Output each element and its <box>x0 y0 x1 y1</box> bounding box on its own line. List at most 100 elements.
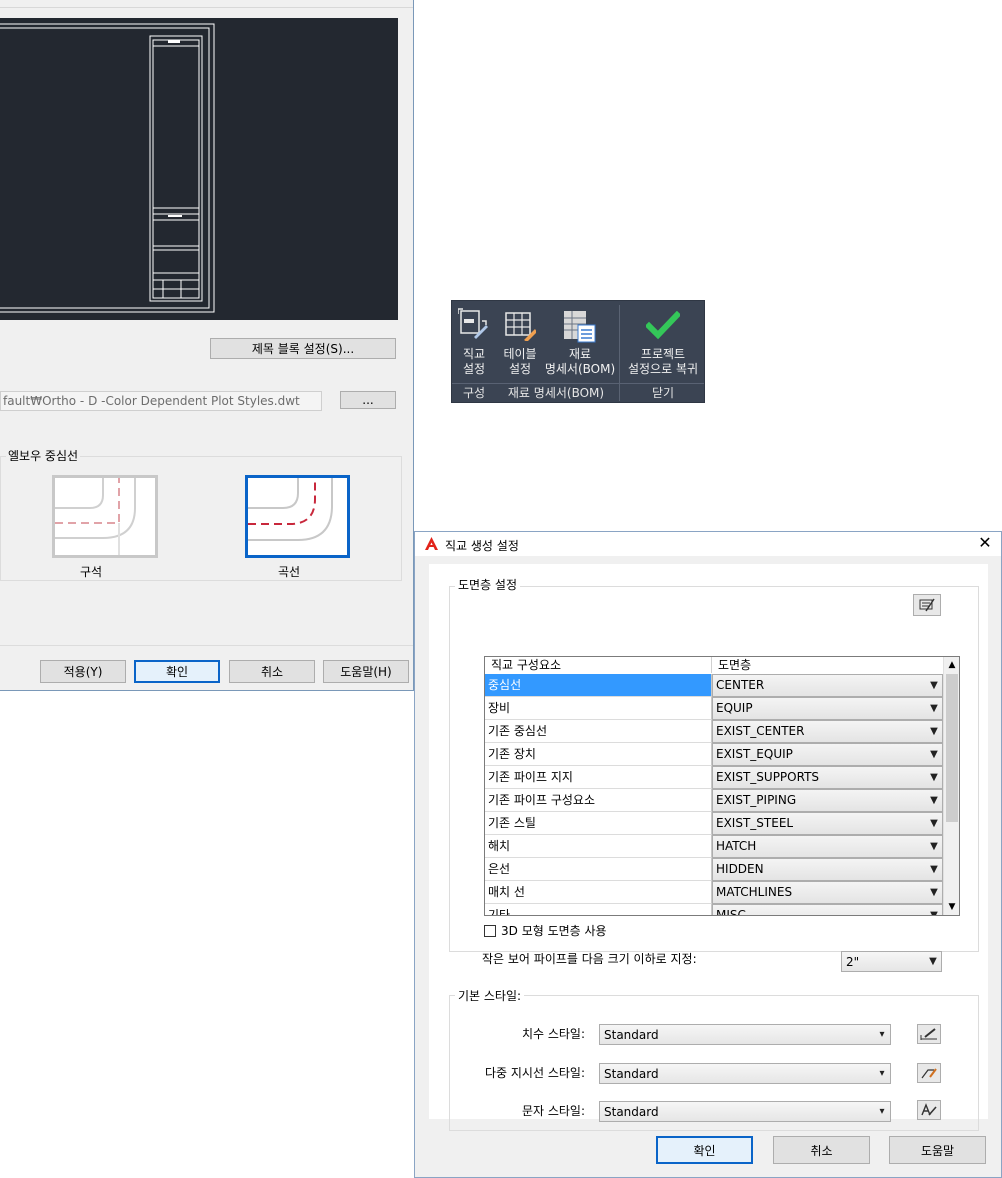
scroll-up-icon[interactable]: ▲ <box>944 657 959 673</box>
text-style-dropdown[interactable]: Standard ▾ <box>599 1101 891 1122</box>
table-row[interactable]: 매치 선 MATCHLINES ▼ <box>485 881 943 904</box>
chevron-down-icon: ▼ <box>930 795 938 806</box>
component-cell[interactable]: 기타 <box>485 904 712 915</box>
elbow-curved-option[interactable] <box>245 475 350 558</box>
layer-dropdown[interactable]: EXIST_PIPING ▼ <box>712 789 943 812</box>
layer-value: MISC <box>716 908 746 916</box>
title-block-preview <box>0 18 398 320</box>
multileader-style-icon <box>921 1068 937 1079</box>
text-style-label: 문자 스타일: <box>521 1104 585 1118</box>
chevron-down-icon: ▼ <box>930 703 938 714</box>
table-row[interactable]: 기존 스틸 EXIST_STEEL ▼ <box>485 812 943 835</box>
table-row[interactable]: 중심선 CENTER ▼ <box>485 674 943 697</box>
close-icon[interactable]: ✕ <box>975 532 995 554</box>
bom-icon <box>564 311 596 343</box>
component-cell[interactable]: 매치 선 <box>485 881 712 904</box>
dimension-style-dropdown[interactable]: Standard ▾ <box>599 1024 891 1045</box>
cancel-button[interactable]: 취소 <box>773 1136 870 1164</box>
component-cell[interactable]: 기존 파이프 구성요소 <box>485 789 712 812</box>
component-cell[interactable]: 기존 장치 <box>485 743 712 766</box>
layer-dropdown[interactable]: HATCH ▼ <box>712 835 943 858</box>
layer-manager-button[interactable] <box>913 594 941 616</box>
small-bore-value: 2" <box>846 955 860 969</box>
layer-dropdown[interactable]: EQUIP ▼ <box>712 697 943 720</box>
dimension-style-icon <box>920 1028 937 1040</box>
layer-dropdown[interactable]: EXIST_CENTER ▼ <box>712 720 943 743</box>
elbow-corner-option[interactable] <box>52 475 158 558</box>
table-row[interactable]: 기존 파이프 구성요소 EXIST_PIPING ▼ <box>485 789 943 812</box>
scrollbar-thumb[interactable] <box>946 674 958 822</box>
ribbon-panel-close: 닫기 <box>651 386 675 400</box>
layer-value: EXIST_STEEL <box>716 816 794 830</box>
chevron-down-icon: ▾ <box>879 1068 885 1079</box>
table-row[interactable]: 기타 MISC ▼ <box>485 904 943 916</box>
layer-dropdown[interactable]: CENTER ▼ <box>712 674 943 697</box>
browse-template-button[interactable]: ... <box>340 391 396 409</box>
table-row[interactable]: 기존 장치 EXIST_EQUIP ▼ <box>485 743 943 766</box>
dimension-style-label: 치수 스타일: <box>521 1027 585 1041</box>
table-row[interactable]: 은선 HIDDEN ▼ <box>485 858 943 881</box>
apply-button[interactable]: 적용(Y) <box>40 660 126 683</box>
layer-value: EXIST_EQUIP <box>716 747 793 761</box>
component-cell[interactable]: 중심선 <box>485 674 712 697</box>
bom-button[interactable]: 재료 명세서(BOM) <box>544 303 616 381</box>
layer-dropdown[interactable]: EXIST_STEEL ▼ <box>712 812 943 835</box>
table-row[interactable]: 해치 HATCH ▼ <box>485 835 943 858</box>
layer-value: EXIST_CENTER <box>716 724 805 738</box>
component-cell[interactable]: 은선 <box>485 858 712 881</box>
component-cell[interactable]: 해치 <box>485 835 712 858</box>
multileader-style-edit-button[interactable] <box>917 1063 941 1083</box>
layer-dropdown[interactable]: EXIST_EQUIP ▼ <box>712 743 943 766</box>
table-row[interactable]: 기존 파이프 지지 EXIST_SUPPORTS ▼ <box>485 766 943 789</box>
multileader-style-dropdown[interactable]: Standard ▾ <box>599 1063 891 1084</box>
ortho-settings-icon <box>458 308 488 339</box>
ok-button[interactable]: 확인 <box>134 660 220 683</box>
chevron-down-icon: ▾ <box>879 1029 885 1040</box>
help-button[interactable]: 도움말 <box>889 1136 986 1164</box>
table-row[interactable]: 기존 중심선 EXIST_CENTER ▼ <box>485 720 943 743</box>
chevron-down-icon: ▾ <box>879 1106 885 1117</box>
return-to-project-button[interactable]: 프로젝트 설정으로 복귀 <box>622 303 704 381</box>
ortho-settings-button[interactable]: 직교 설정 <box>454 303 494 381</box>
autocad-logo-icon <box>425 537 438 550</box>
bom-line2: 명세서(BOM) <box>544 362 616 376</box>
scroll-down-icon[interactable]: ▼ <box>944 899 959 915</box>
layer-dropdown[interactable]: MATCHLINES ▼ <box>712 881 943 904</box>
text-style-value: Standard <box>604 1105 659 1119</box>
page-setup-dialog: 제목 블록 설정(S)... fault₩Ortho - D -Color De… <box>0 0 414 691</box>
layer-edit-icon <box>919 598 935 612</box>
layer-value: EXIST_PIPING <box>716 793 797 807</box>
title-block-settings-button[interactable]: 제목 블록 설정(S)... <box>210 338 396 359</box>
small-bore-size-dropdown[interactable]: 2" ▼ <box>841 951 942 972</box>
column-header-component[interactable]: 직교 구성요소 <box>485 657 712 673</box>
column-header-layer[interactable]: 도면층 <box>712 657 943 673</box>
component-cell[interactable]: 기존 파이프 지지 <box>485 766 712 789</box>
text-style-edit-button[interactable] <box>917 1100 941 1120</box>
layer-dropdown[interactable]: EXIST_SUPPORTS ▼ <box>712 766 943 789</box>
layer-value: EXIST_SUPPORTS <box>716 770 820 784</box>
table-settings-line1: 테이블 <box>503 347 537 361</box>
table-settings-button[interactable]: 테이블 설정 <box>498 303 542 381</box>
multileader-style-label: 다중 지시선 스타일: <box>485 1066 585 1080</box>
ok-button[interactable]: 확인 <box>656 1136 753 1164</box>
use-3d-layers-label: 3D 모형 도면층 사용 <box>501 924 607 938</box>
dimension-style-edit-button[interactable] <box>917 1024 941 1044</box>
layer-dropdown[interactable]: MISC ▼ <box>712 904 943 916</box>
bom-line1: 재료 <box>568 347 592 361</box>
layer-dropdown[interactable]: HIDDEN ▼ <box>712 858 943 881</box>
component-cell[interactable]: 기존 중심선 <box>485 720 712 743</box>
return-line2: 설정으로 복귀 <box>627 362 699 376</box>
dialog-content: 도면층 설정 직교 구성요소 도면층 중심선 CENTER ▼ 장비 EQUIP ▼ <box>429 564 988 1131</box>
layer-value: HATCH <box>716 839 757 853</box>
ribbon-panel-bom: 재료 명세서(BOM) <box>507 386 605 400</box>
elbow-centerline-group-title: 엘보우 중심선 <box>6 447 81 464</box>
table-scrollbar[interactable]: ▲ ▼ <box>943 657 959 915</box>
default-styles-title: 기본 스타일: <box>455 987 525 1004</box>
cancel-button[interactable]: 취소 <box>229 660 315 683</box>
dimension-style-value: Standard <box>604 1028 659 1042</box>
use-3d-layers-checkbox[interactable] <box>484 925 496 937</box>
component-cell[interactable]: 장비 <box>485 697 712 720</box>
help-button[interactable]: 도움말(H) <box>323 660 409 683</box>
table-row[interactable]: 장비 EQUIP ▼ <box>485 697 943 720</box>
component-cell[interactable]: 기존 스틸 <box>485 812 712 835</box>
